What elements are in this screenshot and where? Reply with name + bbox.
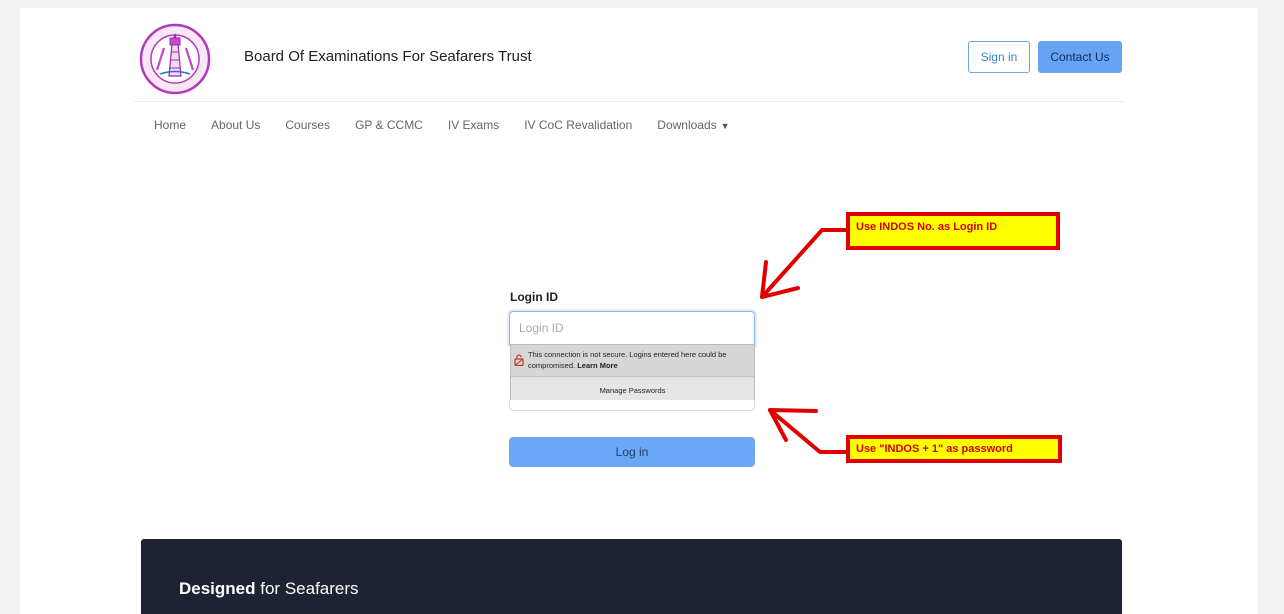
log-in-button[interactable]: Log in: [509, 437, 755, 467]
insecure-connection-warning: This connection is not secure. Logins en…: [511, 345, 754, 377]
nav-item-gp-ccmc[interactable]: GP & CCMC: [355, 118, 423, 132]
warning-message: This connection is not secure. Logins en…: [528, 349, 754, 371]
footer-title-rest: for Seafarers: [255, 579, 359, 598]
callout-login-id: Use INDOS No. as Login ID: [846, 212, 1060, 250]
contact-us-button[interactable]: Contact Us: [1038, 41, 1122, 73]
nav-item-home[interactable]: Home: [154, 118, 186, 132]
caret-down-icon: ▼: [720, 121, 730, 131]
manage-passwords-item[interactable]: Manage Passwords: [511, 378, 754, 402]
nav-downloads-label: Downloads: [657, 118, 717, 132]
site-logo[interactable]: [138, 22, 212, 96]
nav-item-downloads[interactable]: Downloads ▼: [657, 118, 729, 132]
nav-item-about-us[interactable]: About Us: [211, 118, 260, 132]
nav-item-courses[interactable]: Courses: [285, 118, 330, 132]
autofill-popup: This connection is not secure. Logins en…: [510, 344, 755, 402]
nav-item-iv-exams[interactable]: IV Exams: [448, 118, 499, 132]
footer-banner: Designed for Seafarers: [141, 539, 1122, 614]
footer-title: Designed for Seafarers: [179, 579, 359, 599]
sign-in-button[interactable]: Sign in: [968, 41, 1030, 73]
main-nav: Home About Us Courses GP & CCMC IV Exams…: [154, 116, 755, 134]
login-id-input[interactable]: [509, 311, 755, 345]
warning-text: This connection is not secure. Logins en…: [528, 350, 727, 370]
arrow-to-password: [768, 408, 848, 454]
arrow-to-login-id: [760, 228, 848, 299]
learn-more-link[interactable]: Learn More: [577, 361, 617, 370]
password-input[interactable]: [509, 400, 755, 411]
nav-item-iv-coc-revalidation[interactable]: IV CoC Revalidation: [524, 118, 632, 132]
broken-lock-icon: [514, 354, 524, 366]
login-id-label: Login ID: [510, 290, 558, 304]
site-header: Board Of Examinations For Seafarers Trus…: [134, 18, 1124, 102]
site-title: Board Of Examinations For Seafarers Trus…: [244, 48, 532, 65]
footer-title-bold: Designed: [179, 579, 256, 598]
callout-password: Use "INDOS + 1" as password: [846, 435, 1062, 463]
